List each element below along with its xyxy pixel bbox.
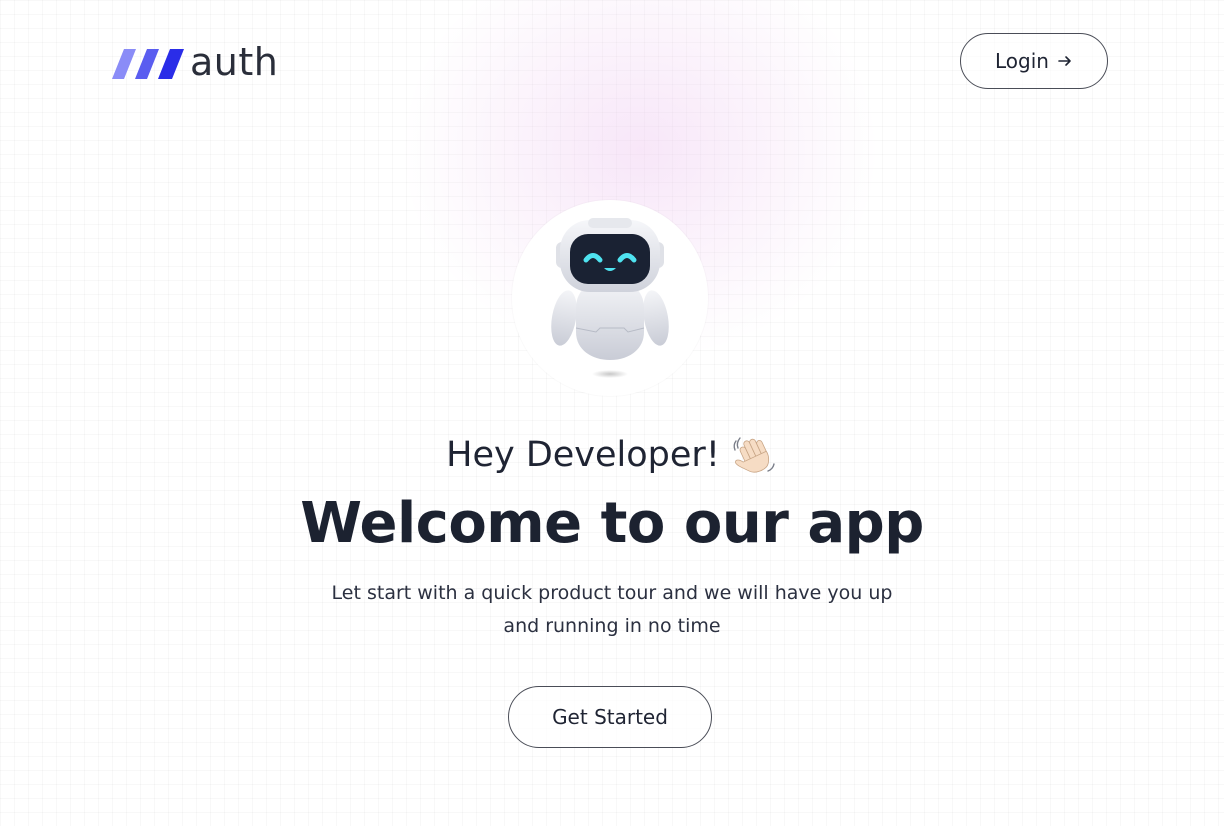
robot-icon xyxy=(551,218,669,378)
page-title: Welcome to our app xyxy=(300,491,924,556)
robot-avatar xyxy=(512,200,708,396)
login-button[interactable]: Login xyxy=(960,33,1108,89)
get-started-button[interactable]: Get Started xyxy=(508,686,712,748)
arrow-right-icon xyxy=(1058,56,1071,66)
waving-hand-icon xyxy=(733,437,775,473)
login-label: Login xyxy=(995,49,1049,73)
greeting: Hey Developer! xyxy=(0,428,1224,482)
logo-mark-icon xyxy=(112,49,184,79)
greeting-text: Hey Developer! xyxy=(446,435,720,475)
logo[interactable]: auth xyxy=(112,40,279,86)
get-started-label: Get Started xyxy=(552,705,668,729)
page-subtitle: Let start with a quick product tour and … xyxy=(331,582,893,637)
logo-text: auth xyxy=(190,40,279,84)
